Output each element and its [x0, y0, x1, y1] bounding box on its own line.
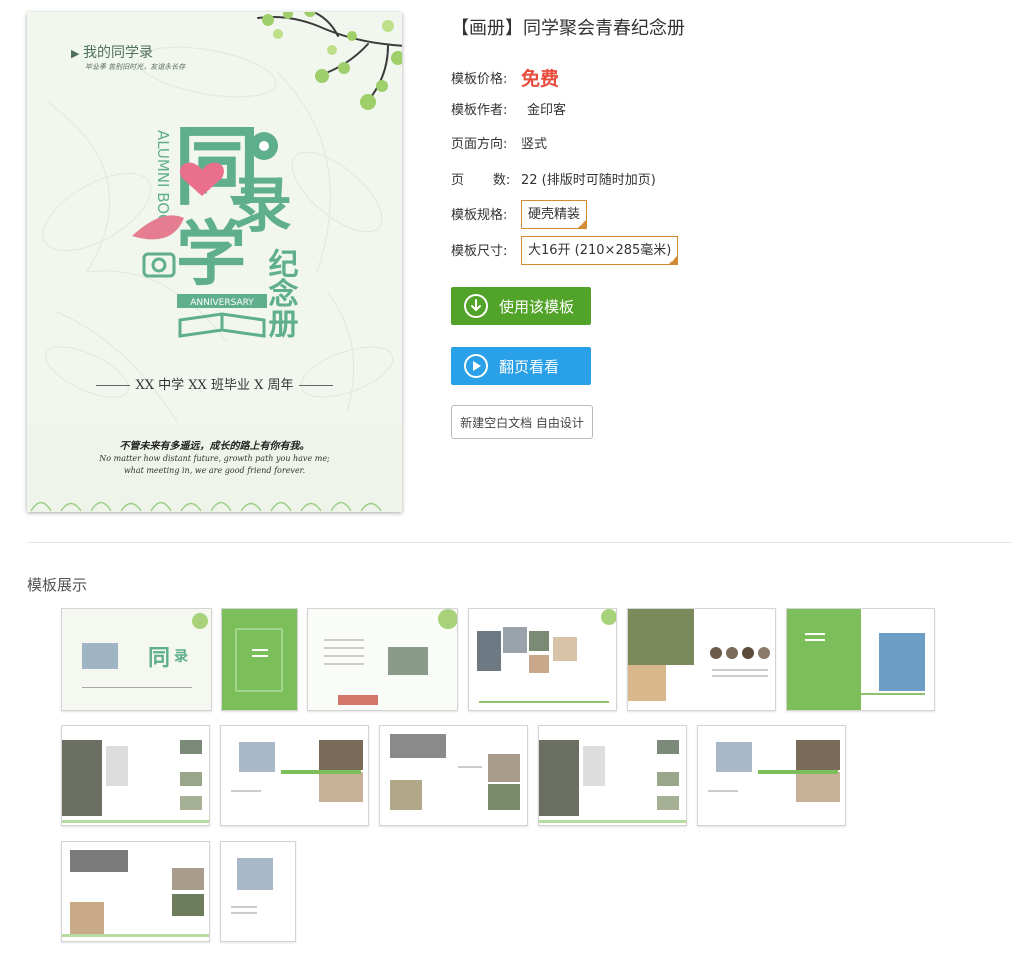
pages-value: 22 (排版时可随时加页): [521, 173, 656, 188]
cover-tag: 我的同学录: [71, 42, 153, 62]
section-divider: [27, 542, 1012, 543]
orientation-row: 页面方向: 竖式: [451, 135, 547, 155]
logo-char-xue: 学: [176, 213, 246, 295]
gallery-title: 模板展示: [27, 576, 88, 594]
orientation-value: 竖式: [521, 137, 548, 152]
spec-option-selected[interactable]: 硬壳精装 ✓: [521, 200, 588, 229]
page-thumbnail[interactable]: [468, 608, 617, 711]
flip-preview-button[interactable]: 翻页看看: [451, 347, 591, 385]
page-thumbnail[interactable]: [538, 725, 687, 826]
cover-quote-chinese: 不管未来有多遥远，成长的路上有你有我。: [119, 441, 310, 452]
page-thumbnail[interactable]: [627, 608, 776, 711]
size-row: 模板尺寸:: [451, 242, 521, 262]
page-thumbnail[interactable]: [697, 725, 846, 826]
open-book-icon: [178, 312, 266, 338]
template-title: 【画册】同学聚会青春纪念册: [451, 18, 685, 38]
page-thumbnail[interactable]: [61, 725, 210, 826]
size-option-selected[interactable]: 大16开 (210×285毫米) ✓: [521, 236, 679, 265]
flower-icon: [250, 132, 278, 160]
author-value[interactable]: 金印客: [527, 101, 566, 121]
cover-tag-subtitle: 毕业季 告别旧时光，友谊永长存: [85, 63, 186, 71]
author-label: 模板作者:: [451, 103, 508, 118]
page-thumbnail[interactable]: [307, 608, 458, 711]
cover-quote-english-line-1: No matter how distant future, growth pat…: [99, 454, 330, 463]
use-template-button[interactable]: 使用该模板: [451, 287, 591, 325]
page-thumbnail[interactable]: [379, 725, 528, 826]
svg-text:同: 同: [148, 646, 170, 671]
page-thumbnail[interactable]: 同录: [61, 608, 212, 711]
page-thumbnail[interactable]: [220, 725, 369, 826]
size-label: 模板尺寸:: [451, 244, 508, 259]
anniversary-badge-label: ANNIVERSARY: [190, 298, 254, 308]
use-template-label: 使用该模板: [499, 297, 575, 316]
svg-text:录: 录: [174, 649, 188, 665]
orientation-label: 页面方向:: [451, 137, 508, 152]
spec-row: 模板规格:: [451, 206, 521, 226]
price-value: 免费: [521, 68, 560, 90]
price-row: 模板价格: 免费: [451, 69, 559, 89]
size-option-label: 大16开 (210×285毫米): [528, 243, 672, 258]
page-thumbnail[interactable]: [221, 608, 298, 711]
check-icon: ✓: [670, 256, 677, 264]
flip-preview-label: 翻页看看: [499, 357, 560, 376]
pages-label: 页 数:: [451, 173, 511, 188]
cover-quote-english-line-2: what meeting in, we are good friend fore…: [123, 466, 306, 475]
cover-quote-english: No matter how distant future, growth pat…: [27, 453, 402, 477]
author-row: 模板作者: 金印客: [451, 101, 566, 121]
leaf-border-decoration: [30, 501, 382, 512]
spec-option-label: 硬壳精装: [528, 207, 581, 222]
download-arrow-icon: [464, 294, 488, 318]
pages-row: 页 数: 22 (排版时可随时加页): [451, 171, 656, 191]
camera-icon: [142, 252, 176, 278]
check-icon: ✓: [579, 220, 586, 228]
page-thumbnail[interactable]: [220, 841, 296, 942]
cover-motto: XX 中学 XX 班毕业 X 周年: [27, 374, 402, 393]
play-icon: [464, 354, 488, 378]
alumni-book-logo: 同 录 学 纪念册 ALUMNI BOOK ANNIVERSARY: [132, 117, 299, 339]
page-thumbnail[interactable]: [786, 608, 935, 711]
tree-branch-decoration: [257, 12, 402, 110]
logo-subtitle: 纪念册: [263, 248, 299, 339]
price-label: 模板价格:: [451, 72, 508, 87]
new-blank-document-button[interactable]: 新建空白文档 自由设计: [451, 405, 593, 439]
spec-label: 模板规格:: [451, 208, 508, 223]
template-cover-image[interactable]: 我的同学录 毕业季 告别旧时光，友谊永长存 同 录 学 纪念册 ALUMNI B…: [27, 12, 402, 512]
page-thumbnail[interactable]: [61, 841, 210, 942]
